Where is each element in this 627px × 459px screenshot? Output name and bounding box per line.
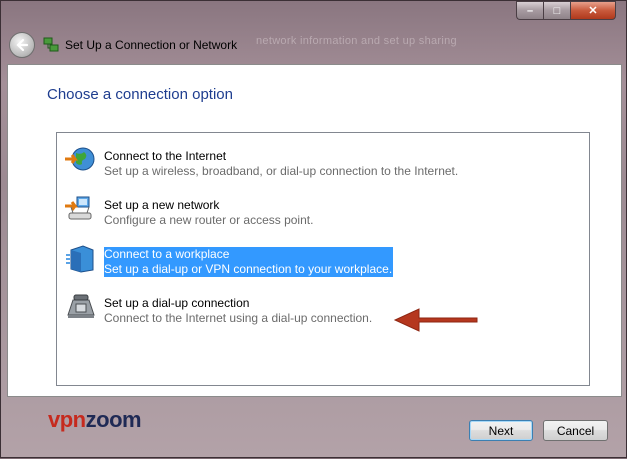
window-title: Set Up a Connection or Network <box>65 38 238 52</box>
option-description: Set up a dial-up or VPN connection to yo… <box>104 262 394 277</box>
logo-part-zoom: zoom <box>85 407 142 432</box>
phone-icon <box>67 294 95 318</box>
option-text: Set up a dial-up connection Connect to t… <box>104 296 372 326</box>
dialog-footer: vpnzoom Next Cancel <box>1 396 627 459</box>
next-button[interactable]: Next <box>469 420 533 441</box>
page-heading: Choose a connection option <box>47 86 233 103</box>
option-title: Connect to the Internet <box>104 149 227 163</box>
dialog-window: – □ ✕ Set Up a Connection or Network net… <box>0 0 627 458</box>
connection-options-list: Connect to the Internet Set up a wireles… <box>56 132 590 386</box>
option-description: Set up a wireless, broadband, or dial-up… <box>104 164 459 178</box>
option-text: Connect to the Internet Set up a wireles… <box>104 149 458 179</box>
option-new-network[interactable]: Set up a new network Configure a new rou… <box>63 192 583 228</box>
close-button[interactable]: ✕ <box>570 1 616 20</box>
background-ghost-text: network information and set up sharing <box>256 35 457 47</box>
vpnzoom-logo: vpnzoom <box>48 407 142 433</box>
workplace-icon <box>66 245 94 273</box>
option-title: Set up a new network <box>104 198 220 212</box>
caption-buttons: – □ ✕ <box>516 1 616 20</box>
back-arrow-icon <box>16 38 29 52</box>
content-panel: Choose a connection option Connect to th… <box>7 64 622 397</box>
option-title: Set up a dial-up connection <box>104 296 250 310</box>
option-text: Connect to a workplace Set up a dial-up … <box>104 247 394 277</box>
option-dialup[interactable]: Set up a dial-up connection Connect to t… <box>63 290 583 326</box>
option-connect-workplace[interactable]: Connect to a workplace Set up a dial-up … <box>63 241 583 277</box>
option-connect-internet[interactable]: Connect to the Internet Set up a wireles… <box>63 143 583 179</box>
option-text: Set up a new network Configure a new rou… <box>104 198 313 228</box>
title-bar: Set Up a Connection or Network <box>9 32 237 58</box>
globe-icon <box>65 147 95 171</box>
cancel-button[interactable]: Cancel <box>543 420 608 441</box>
option-description: Connect to the Internet using a dial-up … <box>104 311 373 325</box>
annotation-arrow-icon <box>393 308 478 332</box>
maximize-button[interactable]: □ <box>543 1 570 20</box>
back-button[interactable] <box>9 32 35 58</box>
option-title: Connect to a workplace <box>104 247 394 262</box>
option-description: Configure a new router or access point. <box>104 213 314 227</box>
minimize-button[interactable]: – <box>516 1 543 20</box>
logo-part-vpn: vpn <box>48 407 86 432</box>
network-setup-icon <box>43 37 59 52</box>
router-icon <box>65 196 92 220</box>
